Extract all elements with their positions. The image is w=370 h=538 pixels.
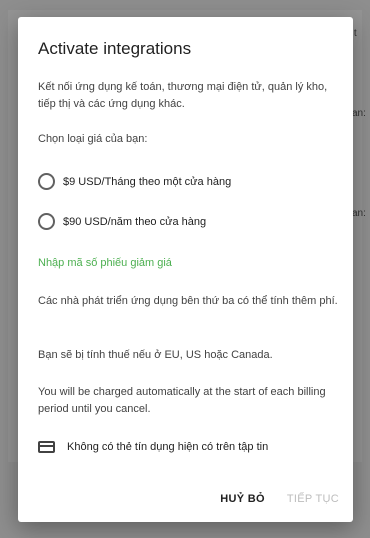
cancel-button[interactable]: HUỶ BỎ xyxy=(220,493,265,505)
dialog-actions: HUỶ BỎ TIẾP TỤC xyxy=(220,493,339,505)
dialog-title: Activate integrations xyxy=(38,39,192,58)
activate-integrations-dialog: Activate integrations Kết nối ứng dụng k… xyxy=(18,17,353,522)
price-option-label: $9 USD/Tháng theo một cửa hàng xyxy=(63,175,232,188)
continue-button[interactable]: TIẾP TỤC xyxy=(287,493,339,505)
radio-button-unchecked-icon[interactable] xyxy=(38,213,55,230)
coupon-code-link[interactable]: Nhập mã số phiếu giảm giá xyxy=(38,257,172,269)
price-option-yearly[interactable]: $90 USD/năm theo cửa hàng xyxy=(38,213,206,230)
price-option-monthly[interactable]: $9 USD/Tháng theo một cửa hàng xyxy=(38,173,231,190)
price-prompt: Chọn loại giá của bạn: xyxy=(38,133,148,145)
card-status-text: Không có thẻ tín dụng hiện có trên tập t… xyxy=(67,441,269,453)
credit-card-icon xyxy=(38,441,55,453)
price-option-label: $90 USD/năm theo cửa hàng xyxy=(63,215,207,228)
third-party-fee-note: Các nhà phát triển ứng dụng bên thứ ba c… xyxy=(38,295,338,307)
radio-button-unchecked-icon[interactable] xyxy=(38,173,55,190)
tax-note: Bạn sẽ bị tính thuế nếu ở EU, US hoặc Ca… xyxy=(38,349,273,361)
card-status-row: Không có thẻ tín dụng hiện có trên tập t… xyxy=(38,441,268,453)
auto-charge-note: You will be charged automatically at the… xyxy=(38,386,326,415)
dialog-description: Kết nối ứng dụng kế toán, thương mại điệ… xyxy=(38,81,328,110)
